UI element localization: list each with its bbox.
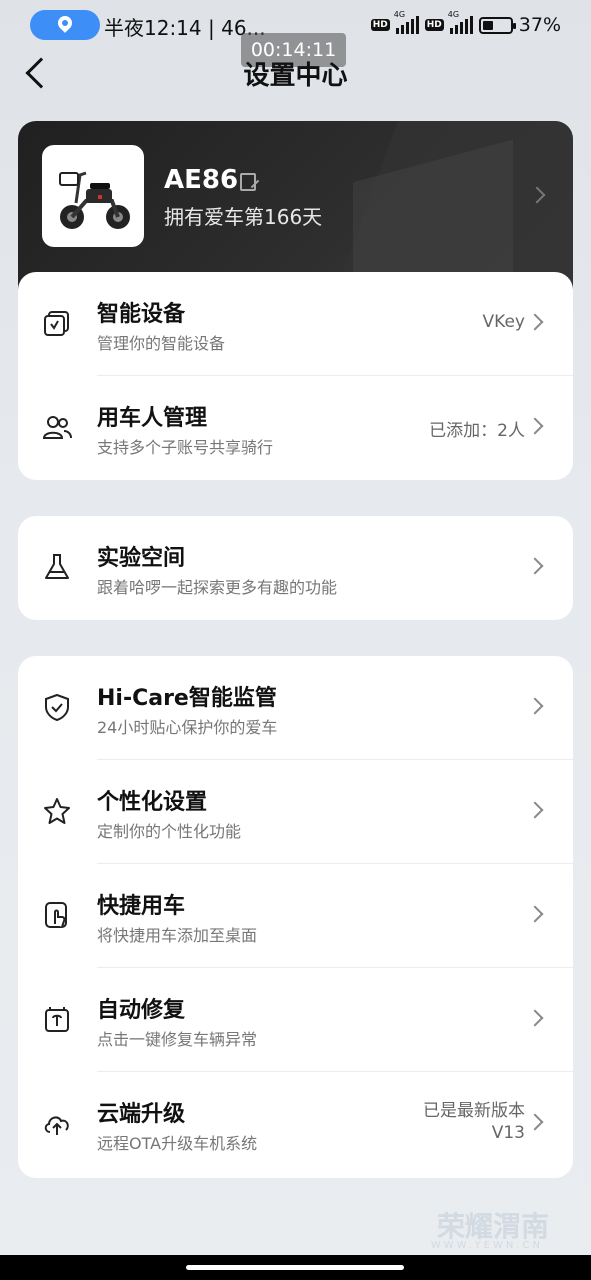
cloud-upload-icon [44, 1116, 69, 1135]
devices-icon [44, 311, 69, 336]
item-value: 已添加：2人 [429, 421, 525, 441]
item-title: 实验空间 [97, 546, 186, 571]
flask-icon [45, 554, 69, 579]
location-pin-icon [55, 13, 75, 33]
item-subtitle: 管理你的智能设备 [97, 334, 226, 353]
page-title: 设置中心 [243, 61, 348, 91]
watermark-sub: WWW.YEWN.CN [430, 1240, 543, 1251]
vehicle-image [42, 145, 144, 247]
chevron-right-icon [526, 1009, 544, 1027]
item-title: 快捷用车 [97, 894, 186, 919]
devices-card: 智能设备 管理你的智能设备 VKey 用车人管理 支持多个子账号共享骑行 已添加… [18, 272, 573, 480]
list-item-quick-ride[interactable]: 快捷用车 将快捷用车添加至桌面 [18, 864, 573, 968]
list-item-auto-repair[interactable]: 自动修复 点击一键修复车辆异常 [18, 968, 573, 1072]
version-status: 已是最新版本 [423, 1101, 525, 1121]
chevron-right-icon [526, 557, 544, 575]
edit-icon[interactable] [240, 173, 256, 191]
item-title: Hi-Care智能监管 [97, 686, 277, 711]
item-subtitle: 点击一键修复车辆异常 [97, 1030, 258, 1049]
star-icon [44, 798, 70, 824]
item-title: 个性化设置 [97, 790, 208, 815]
list-item-riders[interactable]: 用车人管理 支持多个子账号共享骑行 已添加：2人 [18, 376, 573, 480]
item-subtitle: 24小时贴心保护你的爱车 [97, 718, 278, 737]
list-item-hicare[interactable]: Hi-Care智能监管 24小时贴心保护你的爱车 [18, 656, 573, 760]
list-item-smart-devices[interactable]: 智能设备 管理你的智能设备 VKey [18, 272, 573, 376]
chevron-right-icon [526, 905, 544, 923]
list-item-lab[interactable]: 实验空间 跟着哈啰一起探索更多有趣的功能 [18, 516, 573, 620]
chevron-right-icon [526, 1113, 544, 1131]
users-icon [42, 416, 72, 439]
signal-icon: 4G [394, 10, 419, 34]
item-title: 智能设备 [97, 302, 186, 327]
list-item-personalize[interactable]: 个性化设置 定制你的个性化功能 [18, 760, 573, 864]
touch-icon [45, 902, 67, 928]
home-indicator[interactable] [186, 1265, 404, 1270]
version-number: V13 [491, 1123, 525, 1143]
hd-icon: HD [370, 19, 390, 31]
features-card: Hi-Care智能监管 24小时贴心保护你的爱车 个性化设置 定制你的个性化功能… [18, 656, 573, 1178]
item-subtitle: 定制你的个性化功能 [97, 822, 242, 841]
battery-percent: 37% [518, 14, 561, 36]
list-item-cloud-upgrade[interactable]: 云端升级 远程OTA升级车机系统 已是最新版本 V13 [18, 1072, 573, 1176]
repair-icon [45, 1007, 69, 1032]
item-title: 自动修复 [97, 998, 186, 1023]
item-title: 用车人管理 [97, 406, 208, 431]
vehicle-name: AE86 [164, 165, 239, 195]
item-subtitle: 跟着哈啰一起探索更多有趣的功能 [97, 578, 338, 597]
item-subtitle: 远程OTA升级车机系统 [97, 1134, 258, 1153]
location-indicator[interactable] [30, 10, 100, 40]
chevron-right-icon [526, 697, 544, 715]
navigation-bar [0, 1255, 591, 1280]
status-icons: HD 4G HD 4G 37% [370, 10, 561, 37]
battery-icon [478, 16, 516, 34]
signal-icon-2: 4G [448, 10, 473, 34]
item-value: VKey [482, 312, 525, 332]
chevron-right-icon [526, 801, 544, 819]
item-subtitle: 将快捷用车添加至桌面 [97, 926, 258, 945]
item-subtitle: 支持多个子账号共享骑行 [97, 438, 274, 457]
shield-icon [45, 693, 69, 722]
watermark: 荣耀渭南 [436, 1210, 549, 1243]
lab-card: 实验空间 跟着哈啰一起探索更多有趣的功能 [18, 516, 573, 620]
chevron-right-icon [526, 417, 544, 435]
ownership-days: 拥有爱车第166天 [164, 205, 323, 229]
chevron-right-icon [526, 313, 544, 331]
item-value: 已是最新版本 V13 [423, 1100, 525, 1144]
hd-icon-2: HD [424, 19, 444, 31]
item-title: 云端升级 [97, 1102, 186, 1127]
